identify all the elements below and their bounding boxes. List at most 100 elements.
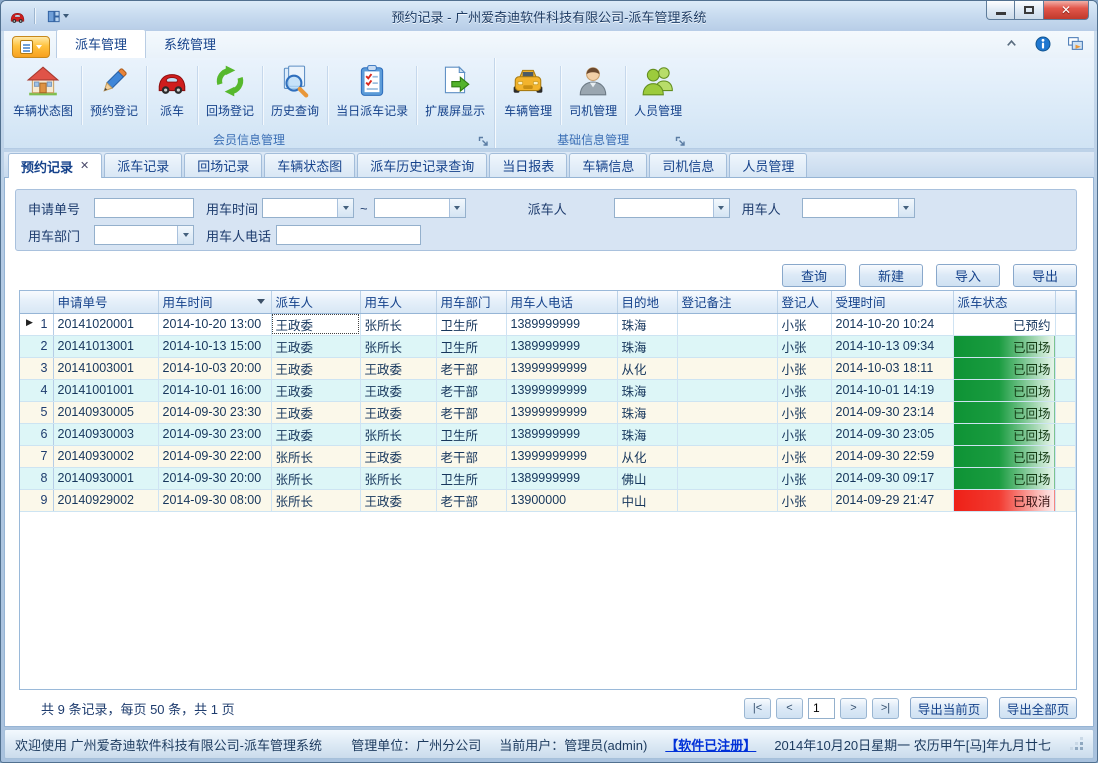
cell-phone[interactable]: 1389999999 (506, 467, 617, 489)
cell-dispatcher[interactable]: 王政委 (271, 379, 360, 401)
minimize-button[interactable] (986, 1, 1015, 20)
column-header-apply_no[interactable]: 申请单号 (53, 291, 158, 313)
tab-dispatch-history-query[interactable]: 派车历史记录查询 (357, 153, 487, 177)
last-page-button[interactable]: >| (872, 698, 899, 719)
status-badge[interactable]: 已回场 (953, 379, 1055, 401)
cell-accept_time[interactable]: 2014-10-01 14:19 (831, 379, 953, 401)
ribbon-button-return-register[interactable]: 回场登记 (199, 60, 261, 131)
status-badge[interactable]: 已回场 (953, 445, 1055, 467)
table-row[interactable]: 3201410030012014-10-03 20:00王政委王政委老干部139… (20, 357, 1076, 379)
cell-use_time[interactable]: 2014-09-30 23:30 (158, 401, 271, 423)
row-indicator-cell[interactable]: 9 (20, 489, 53, 511)
row-indicator-cell[interactable]: 7 (20, 445, 53, 467)
app-car-icon[interactable] (9, 8, 26, 25)
cell-user[interactable]: 张所长 (360, 335, 436, 357)
table-row[interactable]: 4201410010012014-10-01 16:00王政委王政委老干部139… (20, 379, 1076, 401)
status-badge[interactable]: 已回场 (953, 467, 1055, 489)
export-all-pages-button[interactable]: 导出全部页 (999, 697, 1077, 719)
column-header-remark[interactable]: 登记备注 (677, 291, 777, 313)
status-badge[interactable]: 已回场 (953, 423, 1055, 445)
cell-destination[interactable]: 从化 (617, 357, 677, 379)
row-indicator-cell[interactable]: 5 (20, 401, 53, 423)
cell-remark[interactable] (677, 401, 777, 423)
cell-registrant[interactable]: 小张 (777, 313, 831, 335)
ribbon-button-vehicle-status-map[interactable]: 车辆状态图 (6, 60, 80, 131)
column-header-accept_time[interactable]: 受理时间 (831, 291, 953, 313)
dispatcher-combo[interactable] (614, 198, 730, 218)
cell-apply_no[interactable]: 20141013001 (53, 335, 158, 357)
cell-destination[interactable]: 珠海 (617, 335, 677, 357)
cell-destination[interactable]: 珠海 (617, 423, 677, 445)
cell-use_time[interactable]: 2014-09-30 20:00 (158, 467, 271, 489)
apply-no-input[interactable] (94, 198, 194, 218)
page-number-input[interactable] (808, 698, 835, 719)
cell-remark[interactable] (677, 423, 777, 445)
cell-remark[interactable] (677, 445, 777, 467)
cell-use_time[interactable]: 2014-09-30 22:00 (158, 445, 271, 467)
cell-department[interactable]: 卫生所 (436, 467, 506, 489)
cell-destination[interactable]: 中山 (617, 489, 677, 511)
cell-user[interactable]: 张所长 (360, 313, 436, 335)
cell-department[interactable]: 卫生所 (436, 335, 506, 357)
table-row[interactable]: 5201409300052014-09-30 23:30王政委王政委老干部139… (20, 401, 1076, 423)
tab-personnel-management[interactable]: 人员管理 (729, 153, 807, 177)
ribbon-button-driver-management[interactable]: 司机管理 (562, 60, 624, 131)
cell-apply_no[interactable]: 20141020001 (53, 313, 158, 335)
dialog-launcher-icon[interactable] (478, 134, 489, 145)
tab-driver-info[interactable]: 司机信息 (649, 153, 727, 177)
ribbon-button-extended-screen[interactable]: 扩展屏显示 (418, 60, 492, 131)
cell-department[interactable]: 卫生所 (436, 313, 506, 335)
cell-apply_no[interactable]: 20140930003 (53, 423, 158, 445)
cell-user[interactable]: 王政委 (360, 401, 436, 423)
cell-apply_no[interactable]: 20140929002 (53, 489, 158, 511)
dialog-launcher-icon[interactable] (675, 134, 686, 145)
cell-department[interactable]: 卫生所 (436, 423, 506, 445)
ribbon-tab-dispatch-management[interactable]: 派车管理 (56, 29, 146, 58)
status-badge[interactable]: 已预约 (953, 313, 1055, 335)
cell-apply_no[interactable]: 20140930001 (53, 467, 158, 489)
cell-use_time[interactable]: 2014-09-30 08:00 (158, 489, 271, 511)
tab-vehicle-status-map[interactable]: 车辆状态图 (264, 153, 355, 177)
cell-accept_time[interactable]: 2014-10-03 18:11 (831, 357, 953, 379)
cell-department[interactable]: 老干部 (436, 379, 506, 401)
cell-apply_no[interactable]: 20141003001 (53, 357, 158, 379)
cell-use_time[interactable]: 2014-09-30 23:00 (158, 423, 271, 445)
status-badge[interactable]: 已回场 (953, 401, 1055, 423)
cell-user[interactable]: 王政委 (360, 489, 436, 511)
resize-grip-icon[interactable] (1071, 738, 1083, 750)
cell-destination[interactable]: 珠海 (617, 379, 677, 401)
cell-accept_time[interactable]: 2014-09-29 21:47 (831, 489, 953, 511)
cell-accept_time[interactable]: 2014-09-30 23:05 (831, 423, 953, 445)
cell-registrant[interactable]: 小张 (777, 379, 831, 401)
cell-department[interactable]: 老干部 (436, 489, 506, 511)
cell-registrant[interactable]: 小张 (777, 423, 831, 445)
cell-remark[interactable] (677, 379, 777, 401)
cell-registrant[interactable]: 小张 (777, 357, 831, 379)
cell-department[interactable]: 老干部 (436, 401, 506, 423)
cell-accept_time[interactable]: 2014-10-13 09:34 (831, 335, 953, 357)
combo-arrow-icon[interactable] (177, 226, 193, 244)
cell-use_time[interactable]: 2014-10-03 20:00 (158, 357, 271, 379)
next-page-button[interactable]: > (840, 698, 867, 719)
quick-access-layout-button[interactable] (43, 8, 72, 25)
table-row[interactable]: 6201409300032014-09-30 23:00王政委张所长卫生所138… (20, 423, 1076, 445)
status-badge[interactable]: 已取消 (953, 489, 1055, 511)
status-badge[interactable]: 已回场 (953, 357, 1055, 379)
cell-remark[interactable] (677, 313, 777, 335)
cell-accept_time[interactable]: 2014-09-30 22:59 (831, 445, 953, 467)
cell-destination[interactable]: 珠海 (617, 313, 677, 335)
column-header-dispatcher[interactable]: 派车人 (271, 291, 360, 313)
maximize-button[interactable] (1015, 1, 1044, 20)
cell-user[interactable]: 王政委 (360, 379, 436, 401)
cell-phone[interactable]: 1389999999 (506, 335, 617, 357)
user-combo[interactable] (802, 198, 915, 218)
ribbon-tab-system-management[interactable]: 系统管理 (146, 30, 234, 58)
tab-vehicle-info[interactable]: 车辆信息 (569, 153, 647, 177)
combo-arrow-icon[interactable] (337, 199, 353, 217)
cell-department[interactable]: 老干部 (436, 445, 506, 467)
first-page-button[interactable]: |< (744, 698, 771, 719)
cell-registrant[interactable]: 小张 (777, 445, 831, 467)
cell-phone[interactable]: 1389999999 (506, 423, 617, 445)
cell-use_time[interactable]: 2014-10-01 16:00 (158, 379, 271, 401)
cell-department[interactable]: 老干部 (436, 357, 506, 379)
